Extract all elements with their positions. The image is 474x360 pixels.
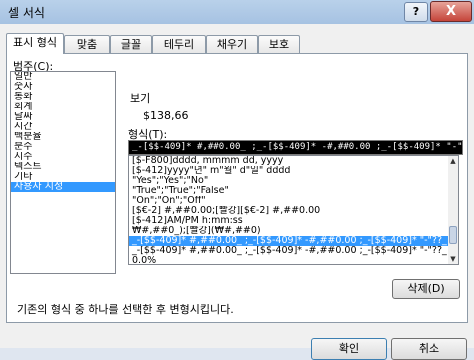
format-item[interactable]: "Yes";"Yes";"No" xyxy=(129,176,449,186)
format-item[interactable]: "On";"On";"Off" xyxy=(129,196,449,206)
close-button[interactable]: X xyxy=(430,1,472,22)
tab-border[interactable]: 테두리 xyxy=(152,35,206,53)
format-item[interactable]: _-[$$-409]* #,##0.00_ ;_-[$$-409]* -#,##… xyxy=(129,246,449,256)
help-button[interactable]: ? xyxy=(404,2,428,22)
scroll-down-icon[interactable]: ▼ xyxy=(448,254,458,264)
format-list-scrollbar[interactable]: ▲ ▼ xyxy=(448,155,459,265)
help-icon: ? xyxy=(412,5,420,18)
category-item[interactable]: 시간 xyxy=(11,122,115,132)
format-code-input[interactable]: _-[$$-409]* #,##0.00_ ;_-[$$-409]* -#,##… xyxy=(128,140,463,155)
title-bar: 셀 서식 ? X xyxy=(0,0,474,25)
format-item[interactable]: ₩#,##0_);[빨강](₩#,##0) xyxy=(129,226,449,236)
category-item-selected[interactable]: 사용자 지정 xyxy=(11,182,115,192)
category-item[interactable]: 지수 xyxy=(11,152,115,162)
category-item[interactable]: 통화 xyxy=(11,92,115,102)
description-text: 기존의 형식 중 하나를 선택한 후 변형시킵니다. xyxy=(17,303,234,316)
format-item[interactable]: [$-412]yyyy"년" m"월" d"일" dddd xyxy=(129,166,449,176)
category-item[interactable]: 분수 xyxy=(11,142,115,152)
cancel-button[interactable]: 취소 xyxy=(391,338,467,360)
category-item[interactable]: 날짜 xyxy=(11,112,115,122)
format-item[interactable]: [$€-2] #,##0.00;[빨강][$€-2] #,##0.00 xyxy=(129,206,449,216)
category-item[interactable]: 일반 xyxy=(11,72,115,82)
tab-number[interactable]: 표시 형식 xyxy=(6,33,64,54)
category-item[interactable]: 기타 xyxy=(11,172,115,182)
format-item[interactable]: [$-412]AM/PM h:mm:ss xyxy=(129,216,449,226)
category-item[interactable]: 회계 xyxy=(11,102,115,112)
format-item[interactable]: 0.0% xyxy=(129,256,449,264)
tab-font[interactable]: 글꼴 xyxy=(110,35,152,53)
format-cells-dialog: 표시 형식 맞춤 글꼴 테두리 채우기 보호 범주(C): 일반 숫자 통화 회… xyxy=(0,24,474,360)
tab-fill[interactable]: 채우기 xyxy=(206,35,258,53)
tab-protection[interactable]: 보호 xyxy=(258,35,300,53)
scroll-thumb[interactable] xyxy=(449,226,457,244)
ok-button[interactable]: 확인 xyxy=(311,338,387,360)
window-title: 셀 서식 xyxy=(8,6,45,20)
format-item-selected[interactable]: _-[$$-409]* #,##0.00_ ;_-[$$-409]* -#,##… xyxy=(129,236,449,246)
format-list[interactable]: [$-F800]dddd, mmmm dd, yyyy [$-412]yyyy"… xyxy=(128,155,450,265)
close-icon: X xyxy=(445,4,457,19)
format-item[interactable]: "True";"True";"False" xyxy=(129,186,449,196)
number-tab-panel: 범주(C): 일반 숫자 통화 회계 날짜 시간 백분율 분수 지수 텍스트 기… xyxy=(6,53,468,323)
sample-box: $138,66 xyxy=(137,104,451,122)
category-list[interactable]: 일반 숫자 통화 회계 날짜 시간 백분율 분수 지수 텍스트 기타 사용자 지… xyxy=(10,71,116,274)
category-item[interactable]: 백분율 xyxy=(11,132,115,142)
tab-alignment[interactable]: 맞춤 xyxy=(64,35,110,53)
category-item[interactable]: 숫자 xyxy=(11,82,115,92)
format-item[interactable]: [$-F800]dddd, mmmm dd, yyyy xyxy=(129,156,449,166)
delete-button[interactable]: 삭제(D) xyxy=(392,279,460,299)
category-item[interactable]: 텍스트 xyxy=(11,162,115,172)
sample-value: $138,66 xyxy=(143,109,189,122)
scroll-up-icon[interactable]: ▲ xyxy=(448,156,458,166)
